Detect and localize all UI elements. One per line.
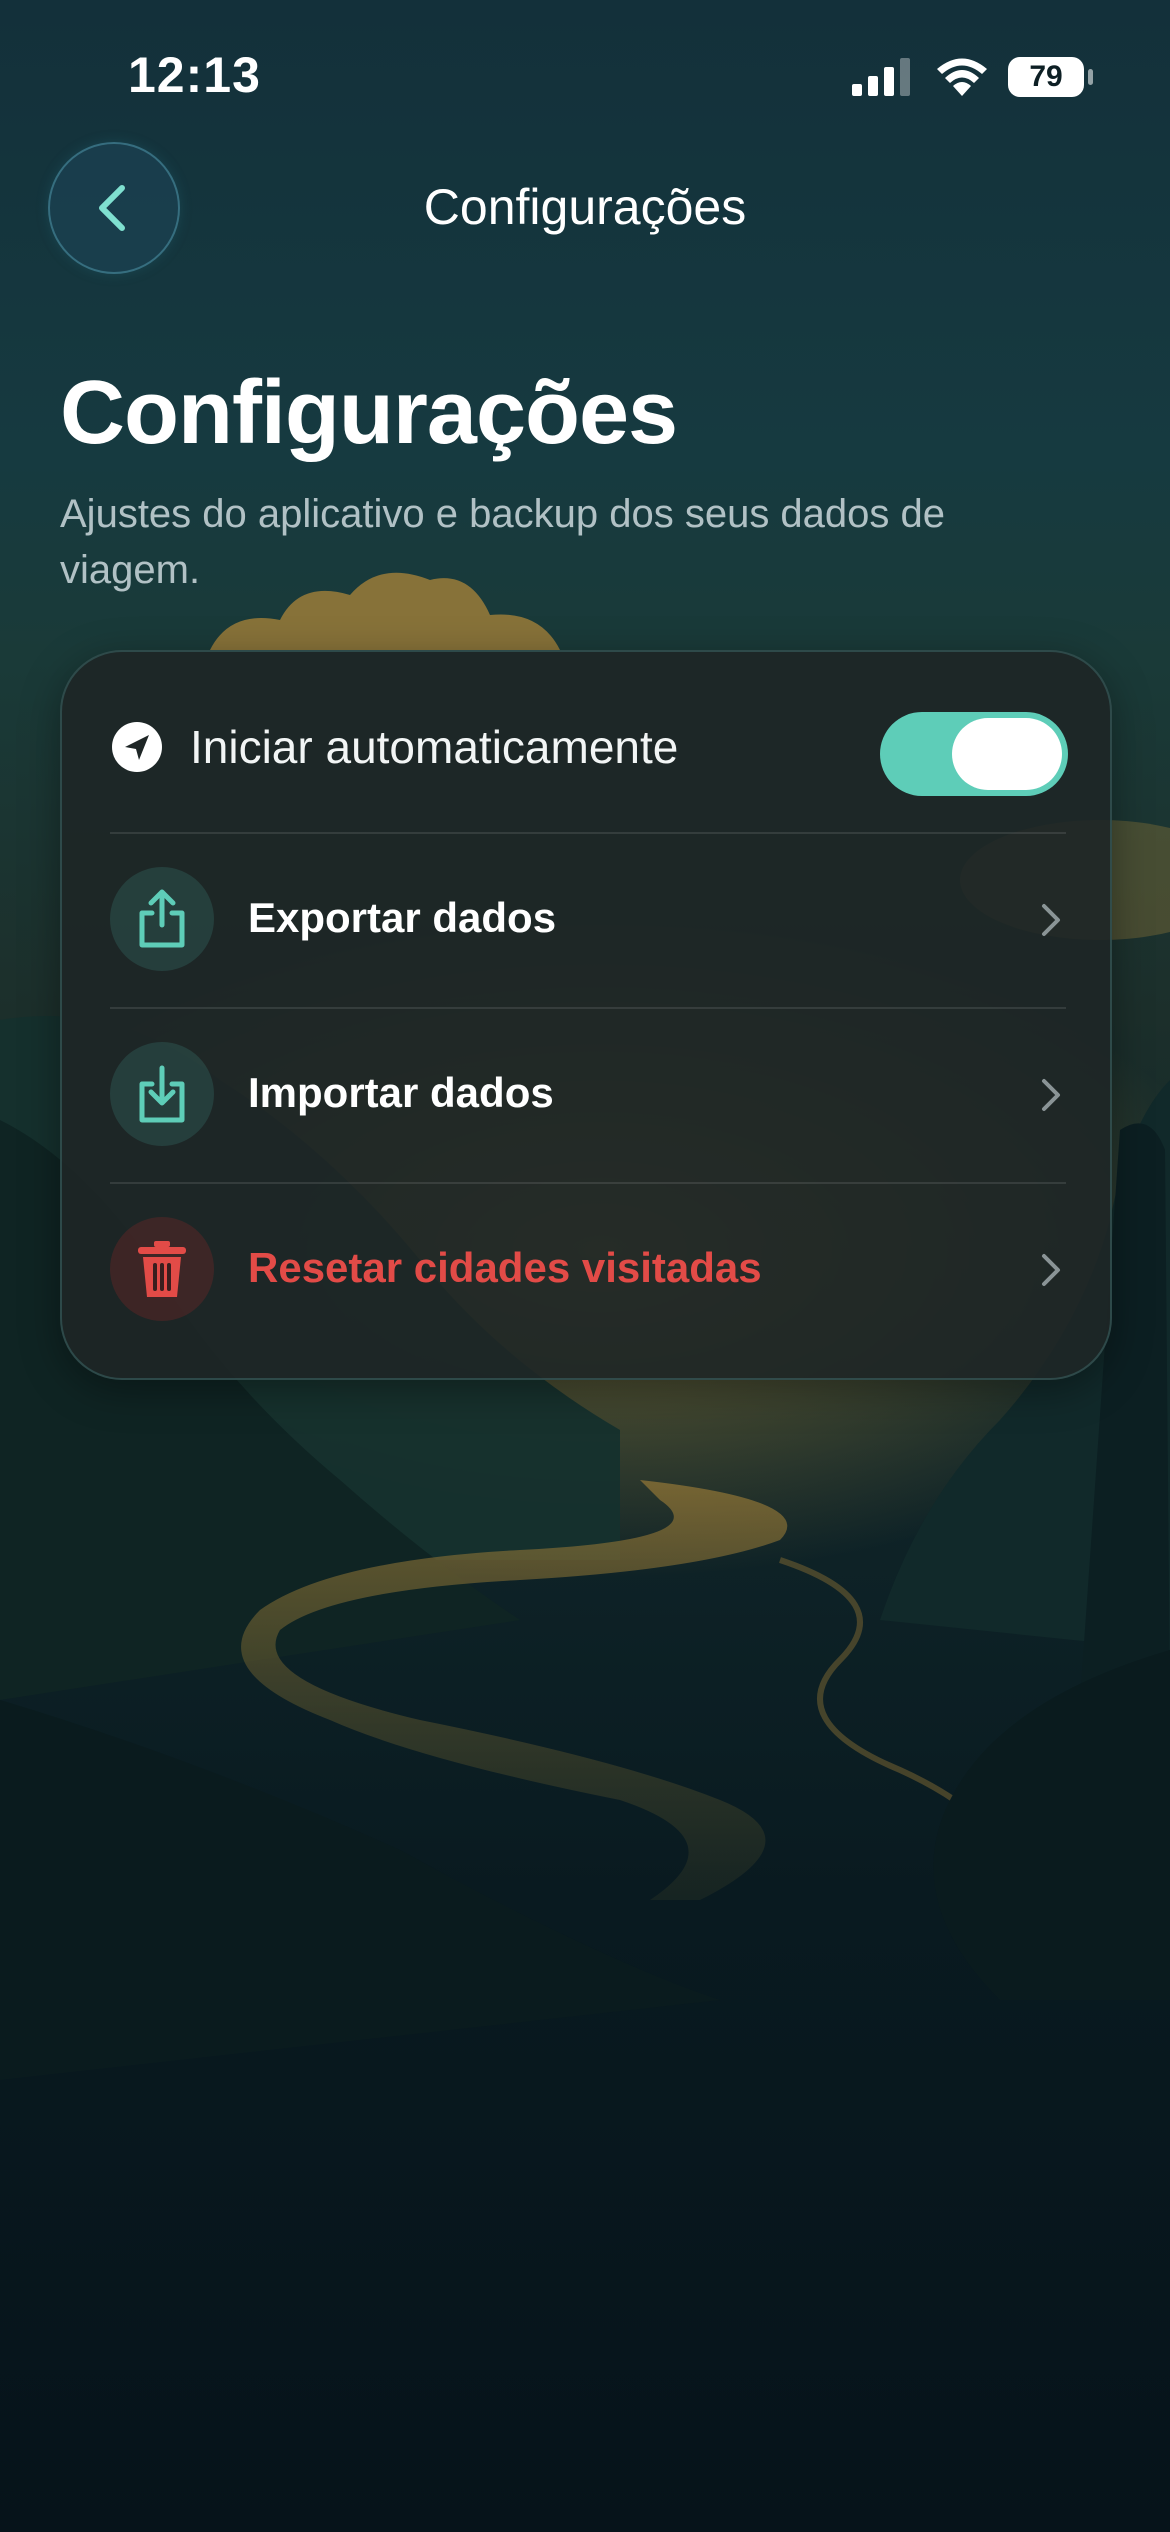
signal-icon (852, 58, 910, 96)
page-title: Configurações (60, 363, 678, 463)
export-data-label: Exportar dados (248, 894, 557, 941)
reset-cities-row[interactable]: Resetar cidades visitadas (62, 1182, 1110, 1357)
chevron-right-icon (1042, 1079, 1060, 1111)
import-data-label: Importar dados (248, 1069, 554, 1116)
chevron-right-icon (1042, 1254, 1060, 1286)
page-subtitle: Ajustes do aplicativo e backup dos seus … (60, 492, 946, 592)
autostart-toggle[interactable] (880, 712, 1068, 796)
wifi-icon (937, 58, 987, 96)
toggle-knob (952, 718, 1062, 790)
trash-icon (138, 1241, 186, 1297)
export-icon (139, 889, 185, 948)
status-bar: 12:13 79 (0, 0, 1170, 150)
location-arrow-icon (112, 722, 162, 772)
import-icon (139, 1065, 185, 1123)
battery-level: 79 (1008, 57, 1084, 97)
nav-title: Configurações (423, 179, 747, 235)
reset-cities-label: Resetar cidades visitadas (248, 1244, 762, 1291)
export-data-row[interactable]: Exportar dados (62, 832, 1110, 1007)
battery-tip (1088, 69, 1093, 85)
chevron-right-icon (1042, 904, 1060, 936)
settings-screen: 12:13 79 Configurações Configurações Aju… (0, 0, 1170, 2532)
autostart-label: Iniciar automaticamente (190, 721, 679, 773)
settings-card: Iniciar automaticamente Exportar dados I… (60, 650, 1112, 1380)
battery-icon: 79 (1008, 57, 1093, 99)
trash-icon-container (110, 1217, 214, 1321)
import-icon-container (110, 1042, 214, 1146)
status-time: 12:13 (128, 47, 261, 103)
export-icon-container (110, 867, 214, 971)
import-data-row[interactable]: Importar dados (62, 1007, 1110, 1182)
autostart-row: Iniciar automaticamente (62, 652, 1110, 832)
